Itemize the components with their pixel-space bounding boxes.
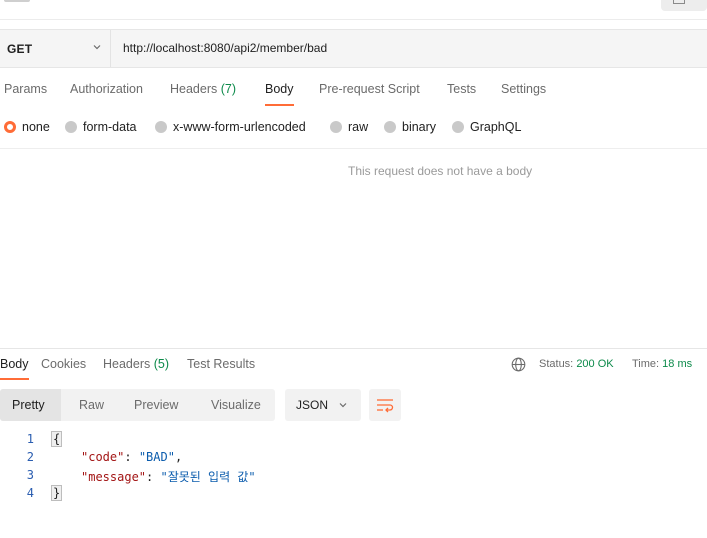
tab-label: Headers — [103, 357, 151, 371]
tab-label: Params — [4, 82, 48, 96]
option-label: GraphQL — [470, 120, 522, 134]
view-visualize-button[interactable]: Visualize — [211, 389, 261, 421]
tab-fragment — [4, 0, 30, 2]
code-line: "code": "BAD", — [81, 450, 183, 464]
window-top-strip — [0, 0, 707, 20]
line-number: 2 — [26, 450, 34, 464]
time-label: Time: — [632, 358, 660, 370]
radio-selected-icon — [4, 121, 16, 133]
radio-icon — [65, 121, 77, 133]
option-label: form-data — [83, 120, 137, 134]
json-value: "잘못된 입력 값" — [160, 470, 256, 484]
response-tab-headers[interactable]: Headers (5) — [103, 357, 169, 371]
tab-label: Tests — [447, 82, 477, 96]
save-button-fragment[interactable] — [661, 0, 707, 11]
line-number: 3 — [26, 468, 34, 482]
json-comma: , — [174, 450, 183, 464]
response-divider[interactable] — [0, 348, 707, 349]
body-option-binary[interactable]: binary — [384, 120, 436, 134]
view-raw-button[interactable]: Raw — [79, 389, 104, 421]
tab-label: Body — [0, 357, 29, 371]
headers-count: (7) — [220, 82, 237, 96]
json-key: "message" — [81, 470, 147, 484]
view-mode-segmented: Pretty Raw Preview Visualize — [0, 389, 275, 421]
option-label: raw — [348, 120, 369, 134]
tab-label: Authorization — [70, 82, 143, 96]
wrap-lines-icon — [377, 399, 394, 413]
code-line: "message": "잘못된 입력 값" — [81, 470, 256, 484]
tab-tests[interactable]: Tests — [447, 82, 476, 96]
divider — [0, 148, 707, 149]
tab-label: Pre-request Script — [319, 82, 420, 96]
tab-label: Settings — [501, 82, 547, 96]
method-label: GET — [7, 41, 33, 56]
tab-label: Body — [265, 82, 294, 96]
url-input[interactable]: http://localhost:8080/api2/member/bad — [123, 41, 327, 55]
response-tab-cookies[interactable]: Cookies — [41, 357, 86, 371]
tab-label: Headers — [170, 82, 218, 96]
tab-headers[interactable]: Headers (7) — [170, 82, 236, 96]
response-tab-test-results[interactable]: Test Results — [187, 357, 255, 371]
json-value: "BAD" — [138, 450, 175, 464]
body-option-form-data[interactable]: form-data — [65, 120, 137, 134]
radio-icon — [330, 121, 342, 133]
code-line: { — [50, 431, 63, 447]
wrap-lines-button[interactable] — [369, 389, 401, 421]
radio-icon — [452, 121, 464, 133]
close-brace: } — [50, 485, 63, 501]
tab-label: Cookies — [41, 357, 87, 371]
tab-body[interactable]: Body — [265, 82, 294, 106]
chevron-down-icon — [93, 45, 101, 50]
chevron-down-icon — [339, 403, 347, 408]
status-label: Status: — [539, 358, 574, 370]
globe-icon[interactable] — [511, 357, 526, 372]
method-select[interactable]: GET — [0, 30, 111, 67]
tab-params[interactable]: Params — [4, 82, 47, 96]
url-bar: GET http://localhost:8080/api2/member/ba… — [0, 29, 707, 68]
tab-label: Test Results — [187, 357, 256, 371]
body-option-urlencoded[interactable]: x-www-form-urlencoded — [155, 120, 306, 134]
response-tabs: Body Cookies Headers (5) Test Results St… — [0, 357, 707, 380]
tab-settings[interactable]: Settings — [501, 82, 546, 96]
line-number: 4 — [26, 486, 34, 500]
json-key: "code" — [81, 450, 125, 464]
headers-count: (5) — [153, 357, 170, 371]
option-label: none — [22, 120, 50, 134]
tab-authorization[interactable]: Authorization — [70, 82, 143, 96]
status-readout: Status: 200 OK — [539, 358, 614, 370]
format-select[interactable]: JSON — [285, 389, 361, 421]
radio-icon — [155, 121, 167, 133]
body-option-graphql[interactable]: GraphQL — [452, 120, 521, 134]
response-tab-body[interactable]: Body — [0, 357, 29, 380]
radio-icon — [384, 121, 396, 133]
tab-pre-request-script[interactable]: Pre-request Script — [319, 82, 420, 96]
view-preview-button[interactable]: Preview — [134, 389, 178, 421]
line-number: 1 — [26, 432, 34, 446]
code-line: } — [50, 485, 63, 501]
body-option-none[interactable]: none — [4, 120, 50, 134]
view-pretty-button[interactable]: Pretty — [0, 389, 61, 421]
format-label: JSON — [296, 398, 329, 412]
time-value[interactable]: 18 ms — [662, 358, 692, 370]
body-type-options: none form-data x-www-form-urlencoded raw… — [0, 120, 707, 136]
time-readout: Time: 18 ms — [632, 358, 692, 370]
status-value[interactable]: 200 OK — [576, 358, 613, 370]
no-body-message: This request does not have a body — [348, 164, 533, 178]
option-label: binary — [402, 120, 437, 134]
open-brace: { — [50, 431, 63, 447]
body-option-raw[interactable]: raw — [330, 120, 368, 134]
option-label: x-www-form-urlencoded — [173, 120, 306, 134]
